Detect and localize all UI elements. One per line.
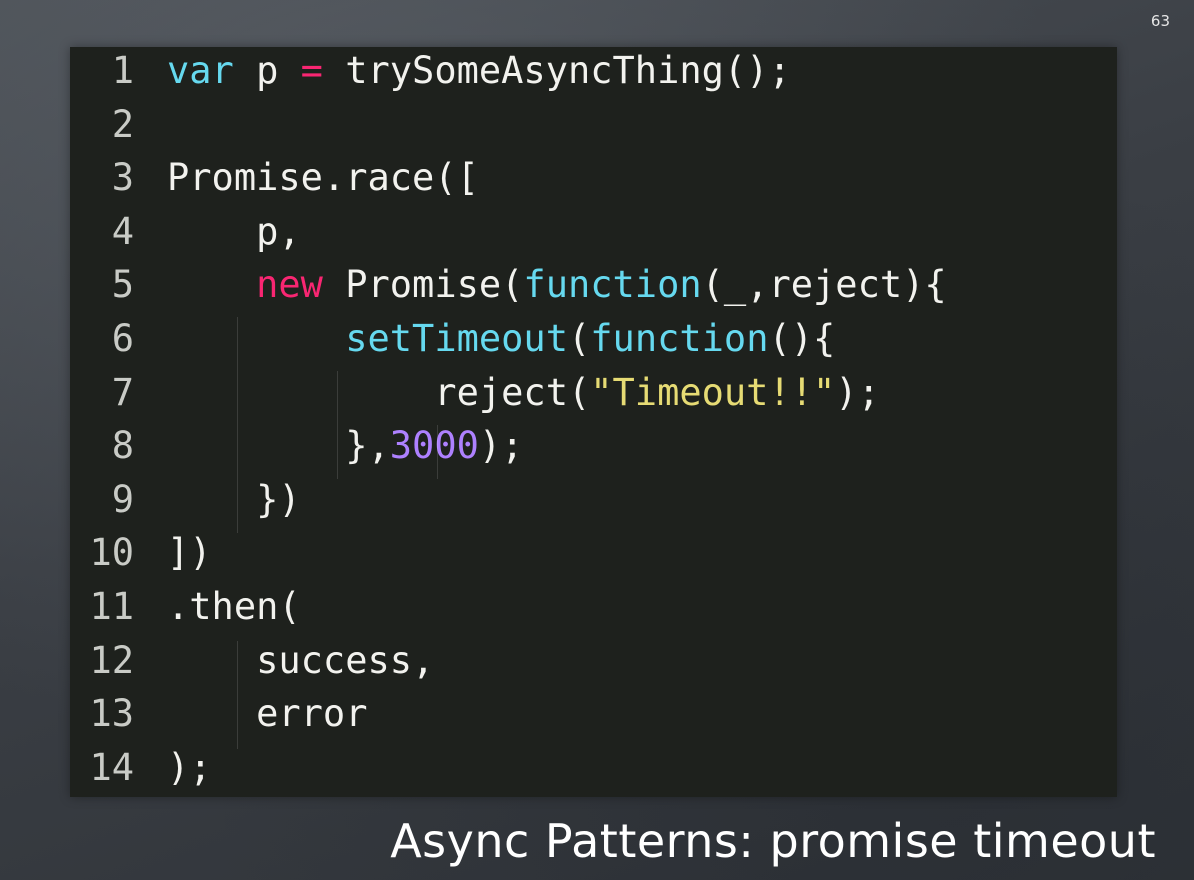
code-line: 12 success,	[70, 634, 1117, 688]
code-token-plain: );	[167, 745, 212, 789]
line-number: 9	[111, 477, 134, 521]
code-line: 9 })	[70, 473, 1117, 527]
line-code: var p = trySomeAsyncThing();	[167, 44, 791, 98]
code-line: 4 p,	[70, 205, 1117, 259]
code-token-plain: },	[167, 424, 390, 468]
line-number: 11	[89, 585, 134, 628]
code-token-plain: (){	[768, 317, 836, 360]
line-code: error	[167, 687, 367, 741]
code-token-plain: (_,reject){	[701, 263, 947, 307]
line-code: setTimeout(function(){	[167, 312, 835, 366]
code-token-plain: (	[567, 317, 591, 360]
code-token-plain: error	[167, 692, 368, 736]
code-line: 1 var p = trySomeAsyncThing();	[70, 44, 1117, 98]
code-line: 7 reject("Timeout!!");	[70, 366, 1117, 420]
line-number: 5	[111, 263, 134, 307]
indent-guide	[337, 371, 338, 479]
slide-caption: Async Patterns: promise timeout	[390, 814, 1156, 868]
code-token-plain: p,	[167, 209, 301, 253]
line-code: Promise.race([	[167, 151, 479, 205]
code-token-plain: p	[233, 49, 301, 92]
code-token-plain: Promise(	[322, 263, 524, 307]
line-code: success,	[167, 634, 434, 688]
code-token-plain: })	[167, 477, 301, 521]
code-line: 10])	[70, 526, 1117, 580]
code-line: 2	[70, 98, 1117, 152]
line-code: })	[167, 473, 301, 527]
code-token-keyword: var	[167, 49, 234, 92]
code-token-operator: =	[300, 49, 323, 92]
code-line: 13 error	[70, 687, 1117, 741]
line-number: 8	[111, 424, 134, 468]
line-code: p,	[167, 205, 301, 259]
code-token-plain: );	[835, 370, 880, 414]
line-code: ])	[167, 526, 212, 580]
line-number: 7	[111, 370, 134, 414]
code-line: 11 .then(	[70, 580, 1117, 634]
code-editor-panel: 1 var p = trySomeAsyncThing(); 2 3 Promise.r…	[70, 47, 1117, 797]
line-code: .then(	[167, 580, 301, 634]
code-line: 8 },3000);	[70, 419, 1117, 473]
code-token-keyword: setTimeout	[345, 317, 568, 360]
code-token-plain: trySomeAsyncThing();	[322, 49, 791, 92]
code-token-plain: Promise.race([	[167, 156, 479, 200]
line-code: );	[167, 741, 212, 795]
indent-guide	[237, 317, 238, 533]
code-token-plain: reject(	[167, 370, 591, 414]
line-code: reject("Timeout!!");	[167, 366, 880, 420]
code-line: 3 Promise.race([	[70, 151, 1117, 205]
code-token-plain: );	[478, 424, 524, 468]
slide-number: 63	[1150, 12, 1170, 30]
line-code: new Promise(function(_,reject){	[167, 258, 947, 312]
code-token-keyword: function	[590, 317, 769, 360]
line-number: 12	[89, 638, 134, 682]
line-number: 1	[111, 49, 134, 92]
line-number: 14	[89, 745, 134, 789]
code-token-string: "Timeout!!"	[590, 370, 836, 414]
code-line: 5 new Promise(function(_,reject){	[70, 258, 1117, 312]
line-number: 13	[89, 692, 134, 736]
line-code: },3000);	[167, 419, 523, 473]
code-token-keyword: function	[523, 263, 702, 307]
indent-guide	[237, 641, 238, 749]
line-number: 6	[111, 317, 134, 360]
code-line: 6 setTimeout(function(){	[70, 312, 1117, 366]
code-token-plain: success,	[167, 638, 435, 682]
indent-guide	[437, 425, 438, 479]
code-token-number: 3000	[389, 424, 479, 468]
code-line: 14);	[70, 741, 1117, 795]
line-number: 2	[111, 102, 134, 146]
line-number: 10	[89, 531, 134, 575]
line-number: 3	[111, 156, 134, 200]
line-number: 4	[111, 209, 134, 253]
code-token-plain: ])	[167, 531, 212, 575]
code-token-new: new	[256, 263, 323, 307]
code-token-plain: .then(	[167, 585, 301, 628]
